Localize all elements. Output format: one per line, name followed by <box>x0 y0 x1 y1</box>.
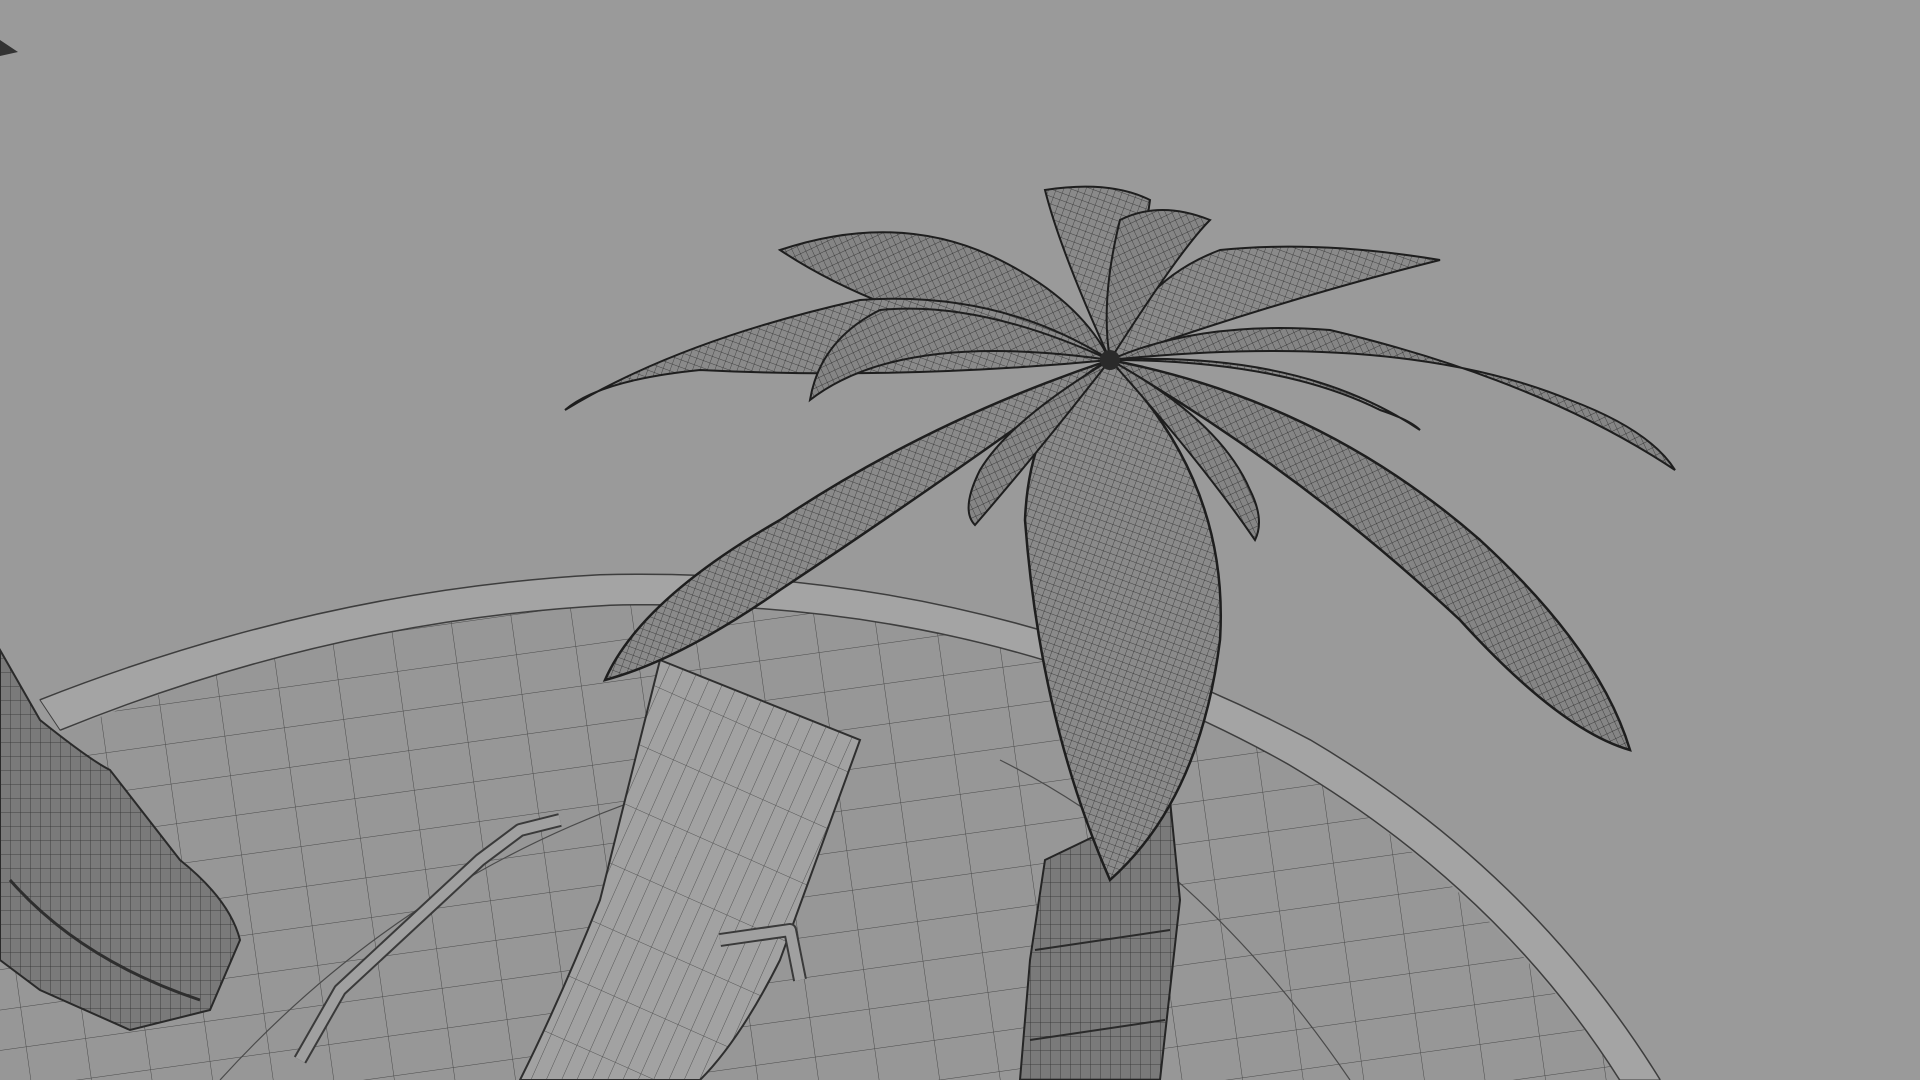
3d-viewport[interactable] <box>0 0 1920 1080</box>
wireframe-scene[interactable] <box>0 0 1920 1080</box>
crown-center <box>1100 350 1120 370</box>
